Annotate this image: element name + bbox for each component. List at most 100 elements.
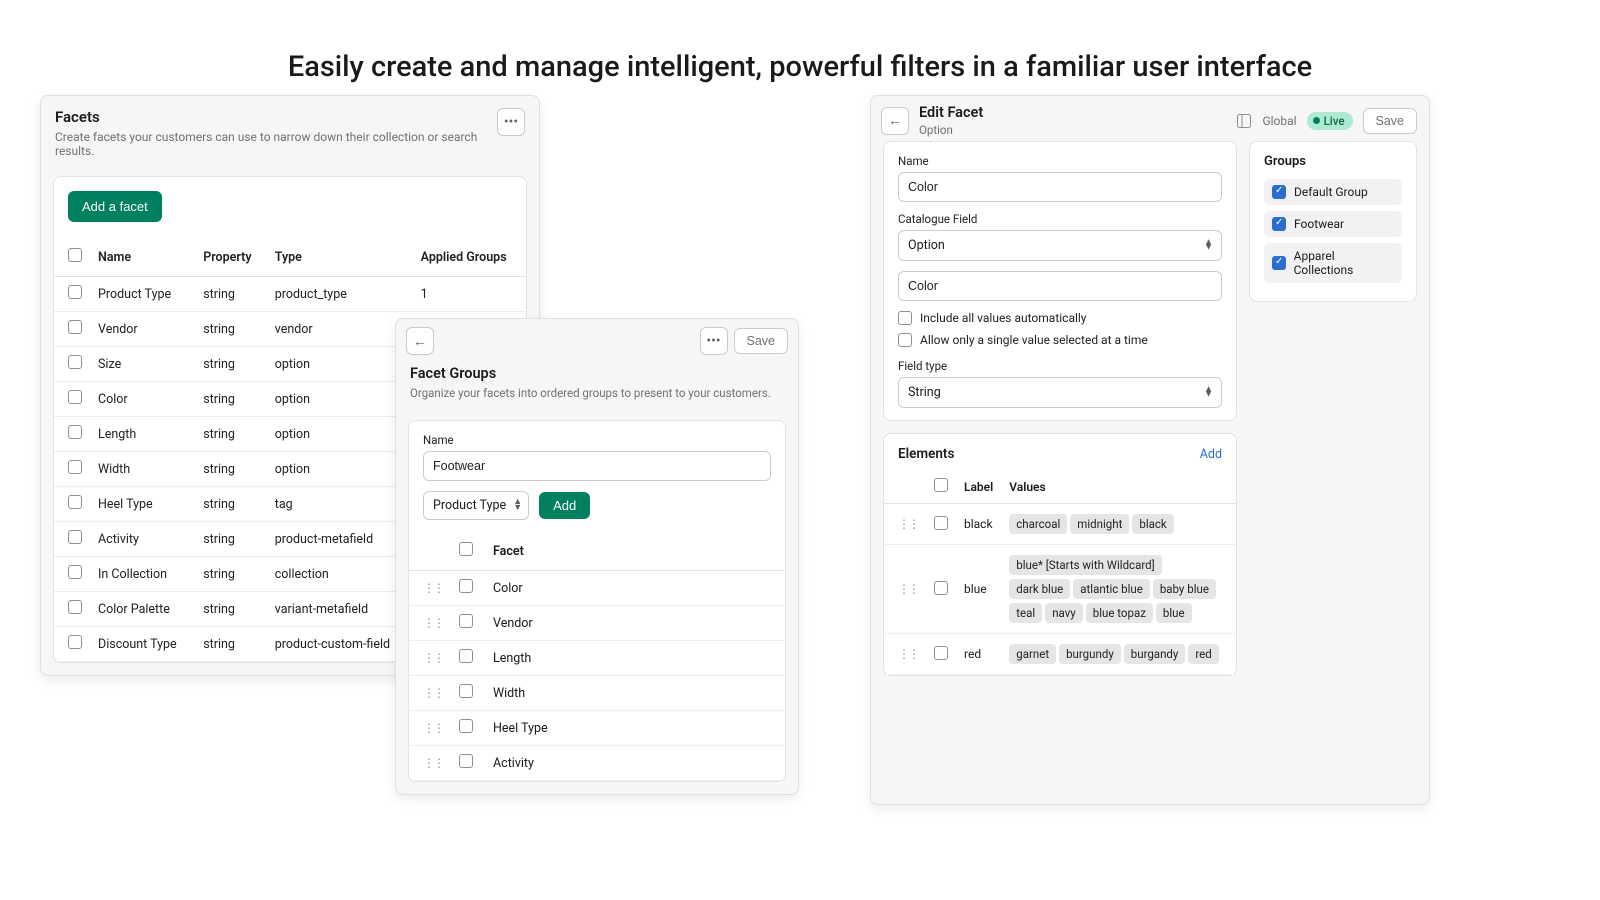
- group-name: Apparel Collections: [1294, 249, 1394, 277]
- value-tag[interactable]: burgundy: [1059, 644, 1121, 664]
- drag-handle-icon[interactable]: ⋮⋮: [423, 616, 443, 630]
- select-all-checkbox[interactable]: [68, 248, 82, 262]
- add-facet-button[interactable]: Add a facet: [68, 191, 162, 222]
- add-facet-to-group-button[interactable]: Add: [539, 492, 590, 519]
- row-checkbox[interactable]: [68, 355, 82, 369]
- value-tag[interactable]: atlantic blue: [1073, 579, 1150, 599]
- drag-handle-icon[interactable]: ⋮⋮: [423, 721, 443, 735]
- value-tag[interactable]: navy: [1045, 603, 1083, 623]
- cell-type: option: [267, 417, 413, 452]
- headline: Easily create and manage intelligent, po…: [0, 50, 1600, 84]
- group-chip[interactable]: Footwear: [1264, 211, 1402, 237]
- row-checkbox[interactable]: [68, 460, 82, 474]
- save-button[interactable]: Save: [1363, 108, 1418, 134]
- row-checkbox[interactable]: [459, 684, 473, 698]
- group-checkbox[interactable]: [1272, 256, 1286, 270]
- groups-card: Groups Default Group Footwear Apparel Coll…: [1249, 141, 1417, 302]
- more-icon[interactable]: •••: [497, 108, 525, 136]
- value-tag[interactable]: garnet: [1009, 644, 1056, 664]
- value-tag[interactable]: midnight: [1070, 514, 1129, 534]
- fieldtype-select[interactable]: String ▲▼: [898, 377, 1222, 408]
- row-checkbox[interactable]: [68, 600, 82, 614]
- cell-facet: Heel Type: [485, 711, 785, 746]
- cell-name: Color Palette: [90, 592, 195, 627]
- save-button[interactable]: Save: [734, 328, 789, 354]
- more-icon[interactable]: •••: [700, 327, 728, 355]
- table-row[interactable]: ⋮⋮ Color: [409, 571, 785, 606]
- sort-icon: ▲▼: [1204, 387, 1213, 398]
- back-icon[interactable]: ←: [406, 327, 434, 355]
- include-all-checkbox[interactable]: [898, 311, 912, 325]
- row-checkbox[interactable]: [68, 425, 82, 439]
- row-checkbox[interactable]: [459, 579, 473, 593]
- row-checkbox[interactable]: [68, 565, 82, 579]
- cell-property: string: [195, 557, 267, 592]
- row-checkbox[interactable]: [68, 320, 82, 334]
- value-tag[interactable]: charcoal: [1009, 514, 1067, 534]
- row-checkbox[interactable]: [68, 390, 82, 404]
- table-row[interactable]: ⋮⋮ blue blue* [Starts with Wildcard] dark…: [884, 545, 1236, 634]
- catalogue-field-select[interactable]: Option ▲▼: [898, 230, 1222, 261]
- sidebar-toggle-icon[interactable]: [1236, 113, 1252, 129]
- value-tag[interactable]: teal: [1009, 603, 1042, 623]
- row-checkbox[interactable]: [934, 581, 948, 595]
- cell-type: collection: [267, 557, 413, 592]
- row-checkbox[interactable]: [68, 495, 82, 509]
- add-element-link[interactable]: Add: [1200, 447, 1222, 462]
- catalogue-subfield-input[interactable]: [898, 271, 1222, 301]
- row-checkbox[interactable]: [459, 614, 473, 628]
- table-row[interactable]: Product Type string product_type 1: [54, 277, 526, 312]
- value-tag[interactable]: blue: [1156, 603, 1192, 623]
- drag-handle-icon[interactable]: ⋮⋮: [423, 756, 443, 770]
- drag-handle-icon[interactable]: ⋮⋮: [898, 647, 918, 661]
- single-value-checkbox[interactable]: [898, 333, 912, 347]
- drag-handle-icon[interactable]: ⋮⋮: [898, 582, 918, 596]
- drag-handle-icon[interactable]: ⋮⋮: [423, 581, 443, 595]
- group-name-input[interactable]: [423, 451, 771, 481]
- group-chip[interactable]: Default Group: [1264, 179, 1402, 205]
- value-tag[interactable]: red: [1188, 644, 1218, 664]
- value-tag[interactable]: blue topaz: [1086, 603, 1153, 623]
- col-facet: Facet: [485, 532, 785, 571]
- cell-applied: 1: [413, 277, 526, 312]
- edit-facet-panel: ← Edit Facet Option Global Live Save Nam…: [870, 95, 1430, 805]
- table-row[interactable]: ⋮⋮ red garnetburgundyburgandyred: [884, 634, 1236, 675]
- group-checkbox[interactable]: [1272, 217, 1286, 231]
- value-tag[interactable]: dark blue: [1009, 579, 1070, 599]
- row-checkbox[interactable]: [459, 754, 473, 768]
- back-icon[interactable]: ←: [881, 107, 909, 135]
- cell-property: string: [195, 277, 267, 312]
- table-row[interactable]: ⋮⋮ Vendor: [409, 606, 785, 641]
- table-row[interactable]: ⋮⋮ Heel Type: [409, 711, 785, 746]
- groups-title: Groups: [1264, 154, 1402, 169]
- drag-handle-icon[interactable]: ⋮⋮: [898, 517, 918, 531]
- table-row[interactable]: ⋮⋮ black charcoalmidnightblack: [884, 504, 1236, 545]
- group-facets-table: Facet ⋮⋮ Color ⋮⋮ Vendor ⋮⋮ Length ⋮⋮ Wi…: [409, 532, 785, 781]
- row-checkbox[interactable]: [459, 719, 473, 733]
- table-row[interactable]: ⋮⋮ Width: [409, 676, 785, 711]
- group-checkbox[interactable]: [1272, 185, 1286, 199]
- table-row[interactable]: ⋮⋮ Length: [409, 641, 785, 676]
- single-value-label: Allow only a single value selected at a …: [920, 333, 1148, 347]
- value-tag[interactable]: blue* [Starts with Wildcard]: [1009, 555, 1161, 575]
- row-checkbox[interactable]: [68, 285, 82, 299]
- row-checkbox[interactable]: [68, 530, 82, 544]
- cell-name: In Collection: [90, 557, 195, 592]
- drag-handle-icon[interactable]: ⋮⋮: [423, 651, 443, 665]
- group-chip[interactable]: Apparel Collections: [1264, 243, 1402, 283]
- value-tag[interactable]: black: [1132, 514, 1173, 534]
- row-checkbox[interactable]: [934, 646, 948, 660]
- cell-type: variant-metafield: [267, 592, 413, 627]
- value-tag[interactable]: baby blue: [1153, 579, 1216, 599]
- facet-picker-select[interactable]: Product Type ▲▼: [423, 491, 529, 520]
- row-checkbox[interactable]: [459, 649, 473, 663]
- select-all-checkbox[interactable]: [934, 478, 948, 492]
- drag-handle-icon[interactable]: ⋮⋮: [423, 686, 443, 700]
- table-row[interactable]: ⋮⋮ Activity: [409, 746, 785, 781]
- value-tag[interactable]: burgandy: [1124, 644, 1186, 664]
- cell-property: string: [195, 417, 267, 452]
- row-checkbox[interactable]: [68, 635, 82, 649]
- row-checkbox[interactable]: [934, 516, 948, 530]
- select-all-checkbox[interactable]: [459, 542, 473, 556]
- facet-name-input[interactable]: [898, 172, 1222, 202]
